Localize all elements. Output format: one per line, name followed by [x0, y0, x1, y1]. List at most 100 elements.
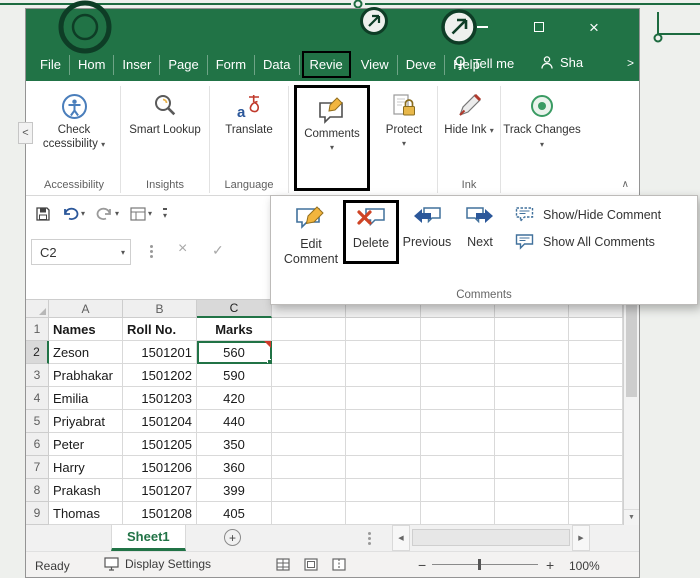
cell-empty[interactable] — [346, 341, 421, 364]
scroll-down-button[interactable]: ▼ — [624, 509, 639, 525]
row-header-8[interactable]: 8 — [26, 479, 49, 502]
cell-B4[interactable]: 1501203 — [123, 387, 197, 410]
cell-empty[interactable] — [569, 318, 623, 341]
page-break-view-icon[interactable] — [332, 558, 346, 571]
cell-C9[interactable]: 405 — [197, 502, 272, 525]
row-header-5[interactable]: 5 — [26, 410, 49, 433]
cell-empty[interactable] — [346, 387, 421, 410]
zoom-level[interactable]: 100% — [569, 559, 600, 573]
cell-empty[interactable] — [569, 479, 623, 502]
cell-empty[interactable] — [495, 479, 569, 502]
cell-empty[interactable] — [272, 318, 346, 341]
tab-home[interactable]: Hom — [70, 55, 114, 75]
cell-B2[interactable]: 1501201 — [123, 341, 197, 364]
row-header-6[interactable]: 6 — [26, 433, 49, 456]
scroll-left-button[interactable]: ◀ — [392, 525, 410, 551]
cell-empty[interactable] — [421, 502, 495, 525]
cell-empty[interactable] — [272, 341, 346, 364]
cell-empty[interactable] — [421, 387, 495, 410]
cell-empty[interactable] — [495, 410, 569, 433]
cell-A8[interactable]: Prakash — [49, 479, 123, 502]
cell-empty[interactable] — [346, 433, 421, 456]
redo-button[interactable]: ▾ — [96, 206, 119, 221]
cell-empty[interactable] — [569, 410, 623, 433]
show-hide-comment-menu-item[interactable]: Show/Hide Comment — [515, 206, 661, 223]
new-sheet-button[interactable]: + — [224, 529, 241, 546]
qat-table-tool-button[interactable]: ▾ — [130, 207, 152, 221]
tab-overflow-chevron[interactable]: > — [627, 56, 634, 70]
cell-empty[interactable] — [346, 479, 421, 502]
cell-A7[interactable]: Harry — [49, 456, 123, 479]
translate-button[interactable]: a Translate — [212, 84, 286, 137]
customize-qat-button[interactable]: ▾ — [163, 208, 167, 220]
close-button[interactable]: × — [574, 13, 614, 41]
zoom-in-button[interactable]: + — [546, 557, 554, 573]
tab-file[interactable]: File — [32, 55, 70, 75]
cell-C4[interactable]: 420 — [197, 387, 272, 410]
delete-comment-menu-item[interactable]: Delete — [343, 200, 399, 264]
cell-empty[interactable] — [272, 502, 346, 525]
name-box[interactable]: C2 ▾ — [31, 239, 131, 265]
scroll-right-button[interactable]: ▶ — [572, 525, 590, 551]
check-accessibility-button[interactable]: Check ccessibility ▾ — [30, 84, 118, 152]
cell-empty[interactable] — [421, 341, 495, 364]
zoom-slider-track[interactable] — [432, 564, 538, 565]
cell-A5[interactable]: Priyabrat — [49, 410, 123, 433]
cell-B7[interactable]: 1501206 — [123, 456, 197, 479]
cell-C5[interactable]: 440 — [197, 410, 272, 433]
cell-empty[interactable] — [495, 456, 569, 479]
tab-insert[interactable]: Inser — [114, 55, 160, 75]
row-header-4[interactable]: 4 — [26, 387, 49, 410]
protect-button[interactable]: Protect ▾ — [373, 84, 435, 151]
cell-A4[interactable]: Emilia — [49, 387, 123, 410]
cell-empty[interactable] — [272, 479, 346, 502]
edge-collapse-chevron[interactable]: < — [18, 122, 33, 144]
confirm-entry-icon[interactable]: ✓ — [212, 243, 224, 257]
cell-empty[interactable] — [272, 410, 346, 433]
cell-empty[interactable] — [569, 341, 623, 364]
tell-me-button[interactable]: Tell me — [453, 55, 514, 71]
smart-lookup-button[interactable]: Smart Lookup — [123, 84, 207, 137]
edit-comment-menu-item[interactable]: Edit Comment — [279, 200, 343, 267]
normal-view-icon[interactable] — [276, 558, 290, 571]
column-header-A[interactable]: A — [49, 300, 123, 318]
tab-formulas[interactable]: Form — [208, 55, 255, 75]
tab-bar-drag-handle[interactable] — [368, 532, 371, 545]
cell-C3[interactable]: 590 — [197, 364, 272, 387]
cell-C8[interactable]: 399 — [197, 479, 272, 502]
cell-B8[interactable]: 1501207 — [123, 479, 197, 502]
cell-empty[interactable] — [569, 387, 623, 410]
cell-C2[interactable]: 560 — [197, 341, 272, 364]
cell-B9[interactable]: 1501208 — [123, 502, 197, 525]
cell-B5[interactable]: 1501204 — [123, 410, 197, 433]
row-header-9[interactable]: 9 — [26, 502, 49, 525]
cell-A2[interactable]: Zeson — [49, 341, 123, 364]
formula-bar-drag-handle[interactable] — [150, 245, 153, 258]
cell-empty[interactable] — [421, 456, 495, 479]
cell-C6[interactable]: 350 — [197, 433, 272, 456]
zoom-slider-handle[interactable] — [478, 559, 481, 570]
cell-B1[interactable]: Roll No. — [123, 318, 197, 341]
cancel-entry-icon[interactable]: × — [178, 241, 187, 257]
cell-C1[interactable]: Marks — [197, 318, 272, 341]
page-layout-view-icon[interactable] — [304, 558, 318, 571]
select-all-button[interactable] — [26, 300, 49, 318]
cell-empty[interactable] — [272, 456, 346, 479]
horizontal-scrollbar-thumb[interactable] — [412, 529, 570, 546]
cell-B6[interactable]: 1501205 — [123, 433, 197, 456]
cell-empty[interactable] — [272, 364, 346, 387]
tab-page-layout[interactable]: Page — [160, 55, 207, 75]
cell-A6[interactable]: Peter — [49, 433, 123, 456]
track-changes-button[interactable]: Track Changes ▾ — [503, 84, 581, 152]
cell-empty[interactable] — [421, 433, 495, 456]
cell-A3[interactable]: Prabhakar — [49, 364, 123, 387]
cell-empty[interactable] — [495, 318, 569, 341]
cell-empty[interactable] — [495, 364, 569, 387]
cell-empty[interactable] — [495, 387, 569, 410]
cell-empty[interactable] — [421, 479, 495, 502]
row-header-7[interactable]: 7 — [26, 456, 49, 479]
cell-empty[interactable] — [272, 433, 346, 456]
cell-empty[interactable] — [495, 502, 569, 525]
display-settings-button[interactable]: Display Settings — [104, 557, 211, 571]
save-button[interactable] — [35, 206, 51, 222]
